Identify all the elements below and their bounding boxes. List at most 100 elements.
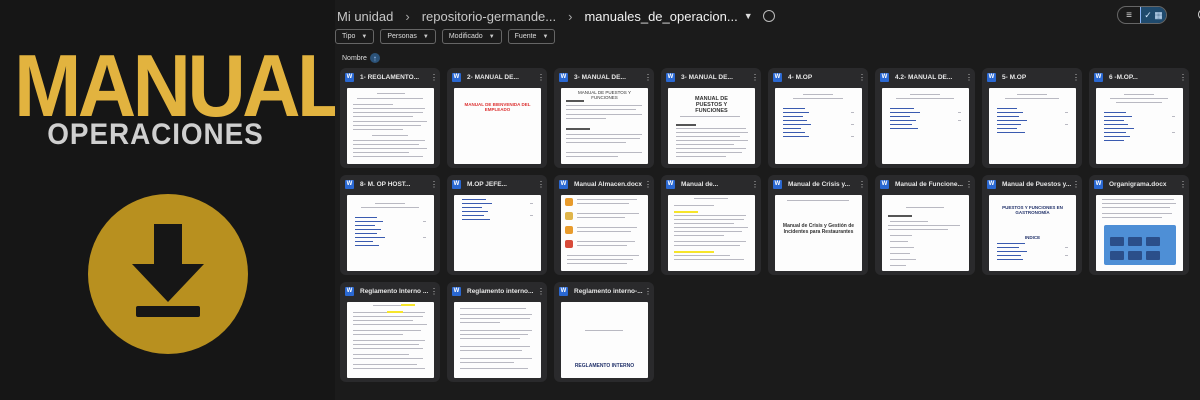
word-doc-icon: W [452, 286, 461, 296]
file-thumbnail [454, 195, 541, 271]
file-card[interactable]: W 3- MANUAL DE... ⋮ MANUAL DE PUESTOS Y FU… [661, 68, 761, 168]
file-name: Organigrama.docx [1109, 180, 1167, 188]
word-doc-icon: W [452, 72, 461, 82]
file-card[interactable]: W Manual de Puestos y... ⋮ PUESTOS Y FUNCI… [982, 175, 1082, 275]
file-name: 2- MANUAL DE... [467, 73, 519, 81]
chip-label: Tipo [342, 33, 356, 40]
file-card[interactable]: W M.OP JEFE... ⋮ [447, 175, 547, 275]
file-card[interactable]: W 6 -M.OP... ⋮ [1089, 68, 1189, 168]
file-card[interactable]: W 2- MANUAL DE... ⋮ MANUAL DE BIENVENIDA D… [447, 68, 547, 168]
more-options-icon[interactable]: ⋮ [1072, 73, 1080, 82]
file-name: 4- M.OP [788, 73, 813, 81]
file-card[interactable]: W Manual Almacen.docx ⋮ [554, 175, 654, 275]
more-options-icon[interactable]: ⋮ [858, 180, 866, 189]
filter-source[interactable]: Fuente ▼ [507, 29, 556, 44]
chevron-down-icon: ▼ [488, 33, 495, 40]
more-options-icon[interactable]: ⋮ [1072, 180, 1080, 189]
file-card[interactable]: W Manual de Crisis y... ⋮ Manual de Crisis… [768, 175, 868, 275]
filter-chips: Tipo ▼ Personas ▼ Modificado ▼ Fuente ▼ [335, 29, 556, 44]
file-name: Reglamento interno... [467, 287, 534, 295]
file-card[interactable]: W 5- M.OP ⋮ [982, 68, 1082, 168]
file-card[interactable]: W Manual de Funcione... ⋮ [875, 175, 975, 275]
more-options-icon[interactable]: ⋮ [751, 73, 759, 82]
chevron-down-icon: ▼ [422, 33, 429, 40]
more-options-icon[interactable]: ⋮ [1179, 73, 1187, 82]
more-options-icon[interactable]: ⋮ [430, 287, 438, 296]
grid-view-icon[interactable]: ✓ ▦ [1140, 7, 1166, 23]
thumbnail-text: REGLAMENTO INTERNO [574, 363, 635, 369]
thumbnail-text: MANUAL DE PUESTOS Y FUNCIONES [578, 90, 631, 100]
word-doc-icon: W [345, 286, 354, 296]
file-thumbnail [1096, 88, 1183, 164]
more-options-icon[interactable]: ⋮ [751, 180, 759, 189]
breadcrumb-folder[interactable]: repositorio-germande... [420, 9, 558, 24]
file-card[interactable]: W 4.2- MANUAL DE... ⋮ [875, 68, 975, 168]
file-name: 1- REGLAMENTO... [360, 73, 420, 81]
view-toggle: ≡ ✓ ▦ [1117, 6, 1167, 24]
file-thumbnail: REGLAMENTO INTERNO [561, 302, 648, 378]
file-name: Reglamento interno-... [574, 287, 643, 295]
sort-control[interactable]: Nombre ↑ [342, 53, 380, 63]
file-thumbnail [775, 88, 862, 164]
more-options-icon[interactable]: ⋮ [965, 180, 973, 189]
more-options-icon[interactable]: ⋮ [965, 73, 973, 82]
word-doc-icon: W [452, 179, 461, 189]
file-card[interactable]: W 3- MANUAL DE... ⋮ MANUAL DE PUESTOS Y FU… [554, 68, 654, 168]
word-doc-icon: W [880, 72, 889, 82]
more-options-icon[interactable]: ⋮ [644, 287, 652, 296]
filter-modified[interactable]: Modificado ▼ [441, 29, 502, 44]
file-card[interactable]: W Reglamento interno... ⋮ [447, 282, 547, 382]
thumbnail-text: Manual de Crisis y Gestión de Incidentes… [782, 223, 855, 235]
file-card[interactable]: W 8- M. OP HOST... ⋮ [340, 175, 440, 275]
word-doc-icon: W [773, 179, 782, 189]
file-name: Manual Almacen.docx [574, 180, 643, 188]
file-thumbnail [454, 302, 541, 378]
word-doc-icon: W [345, 179, 354, 189]
more-options-icon[interactable]: ⋮ [537, 287, 545, 296]
file-thumbnail: MANUAL DE BIENVENIDA DEL EMPLEADO [454, 88, 541, 164]
file-card[interactable]: W Organigrama.docx ⋮ [1089, 175, 1189, 275]
file-thumbnail [347, 195, 434, 271]
download-icon[interactable] [88, 194, 248, 354]
file-name: Manual de... [681, 180, 719, 188]
filter-type[interactable]: Tipo ▼ [335, 29, 375, 44]
word-doc-icon: W [559, 179, 568, 189]
more-options-icon[interactable]: ⋮ [1179, 180, 1187, 189]
word-doc-icon: W [666, 179, 675, 189]
file-name: 6 -M.OP... [1109, 73, 1138, 81]
more-options-icon[interactable]: ⋮ [430, 73, 438, 82]
more-options-icon[interactable]: ⋮ [644, 73, 652, 82]
sort-label: Nombre [342, 54, 367, 62]
more-options-icon[interactable]: ⋮ [644, 180, 652, 189]
chevron-down-icon[interactable]: ▼ [744, 11, 753, 21]
word-doc-icon: W [987, 179, 996, 189]
file-card[interactable]: W 4- M.OP ⋮ [768, 68, 868, 168]
more-options-icon[interactable]: ⋮ [537, 180, 545, 189]
file-card[interactable]: W Reglamento Interno ... ⋮ [340, 282, 440, 382]
thumbnail-text: MANUAL DE BIENVENIDA DEL EMPLEADO [464, 102, 531, 112]
chevron-down-icon: ▼ [542, 33, 549, 40]
breadcrumb-root[interactable]: Mi unidad [335, 9, 395, 24]
list-view-icon[interactable]: ≡ [1118, 7, 1140, 23]
file-card[interactable]: W Reglamento interno-... ⋮ REGLAMENTO INTE… [554, 282, 654, 382]
more-options-icon[interactable]: ⋮ [537, 73, 545, 82]
banner-title: MANUALES [14, 36, 447, 135]
thumbnail-index: INDICE [1024, 235, 1041, 240]
more-options-icon[interactable]: ⋮ [858, 73, 866, 82]
word-doc-icon: W [345, 72, 354, 82]
chevron-down-icon: ▼ [361, 33, 368, 40]
file-thumbnail [882, 195, 969, 271]
file-name: Manual de Crisis y... [788, 180, 851, 188]
word-doc-icon: W [666, 72, 675, 82]
word-doc-icon: W [1094, 179, 1103, 189]
word-doc-icon: W [559, 286, 568, 296]
thumbnail-text: PUESTOS Y FUNCIONES EN GASTRONOMÍA [1002, 205, 1063, 215]
shared-folder-icon[interactable] [762, 10, 775, 22]
file-card[interactable]: W Manual de... ⋮ [661, 175, 761, 275]
more-options-icon[interactable]: ⋮ [430, 180, 438, 189]
arrow-up-icon[interactable]: ↑ [369, 53, 380, 63]
breadcrumb-current[interactable]: manuales_de_operacion... [582, 9, 739, 24]
filter-people[interactable]: Personas ▼ [380, 29, 436, 44]
file-thumbnail [347, 88, 434, 164]
file-card[interactable]: W 1- REGLAMENTO... ⋮ [340, 68, 440, 168]
